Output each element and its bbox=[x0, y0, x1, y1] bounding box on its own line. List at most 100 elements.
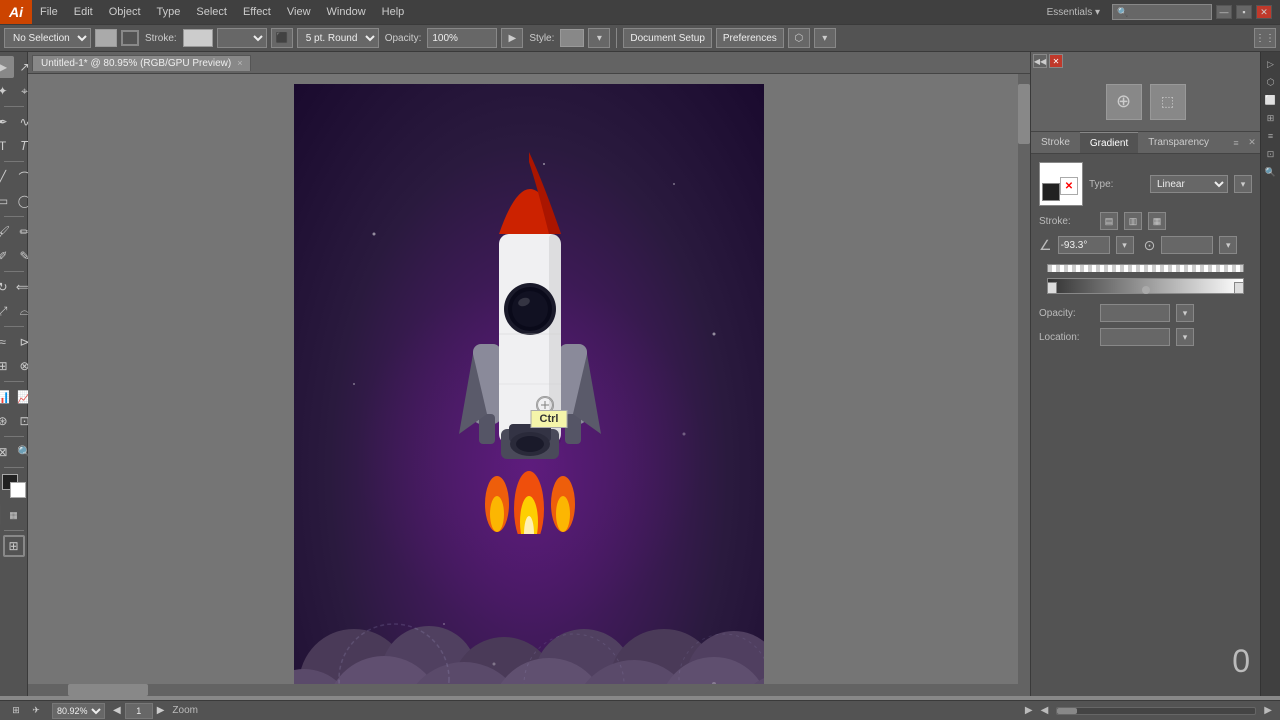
rect-tool[interactable]: ▭ bbox=[0, 190, 14, 212]
artboard-num-input[interactable] bbox=[125, 703, 153, 719]
rotate-tool[interactable]: ↻ bbox=[0, 276, 14, 298]
gradient-mode-btn[interactable]: ▦ bbox=[3, 504, 25, 526]
tab-close-btn[interactable]: × bbox=[237, 58, 242, 68]
stroke-swatch[interactable] bbox=[121, 30, 139, 46]
stroke-icon-2[interactable]: ▥ bbox=[1124, 212, 1142, 230]
gradient-opacity-input[interactable] bbox=[1100, 304, 1170, 322]
document-tab[interactable]: Untitled-1* @ 80.95% (RGB/GPU Preview) × bbox=[32, 55, 251, 71]
gradient-handle-right[interactable] bbox=[1234, 282, 1244, 294]
fill-color-btn[interactable] bbox=[2, 474, 26, 498]
opacity-expand-btn[interactable]: ▾ bbox=[1176, 304, 1194, 322]
frame-icon[interactable]: ⬚ bbox=[1150, 84, 1186, 120]
prev-frame-btn[interactable]: ◀ bbox=[1041, 705, 1049, 716]
opacity-input[interactable] bbox=[427, 28, 497, 48]
gradient-handle-left[interactable] bbox=[1047, 282, 1057, 294]
selection-dropdown[interactable]: No Selection bbox=[4, 28, 91, 48]
gradient-preview-swatch[interactable]: ✕ bbox=[1039, 162, 1083, 206]
symbol-spray-tool[interactable]: ⊛ bbox=[0, 410, 14, 432]
extra-icon-btn[interactable]: ▾ bbox=[814, 28, 836, 48]
shape-builder-icon[interactable]: ⊕ bbox=[1106, 84, 1142, 120]
menu-view[interactable]: View bbox=[279, 0, 319, 24]
progress-bar[interactable] bbox=[1056, 707, 1256, 715]
column-graph-tool[interactable]: 📊 bbox=[0, 386, 14, 408]
collapse-strip-btn[interactable]: ▷ bbox=[1263, 56, 1279, 72]
menu-edit[interactable]: Edit bbox=[66, 0, 101, 24]
pt-round-dropdown[interactable]: 5 pt. Round bbox=[297, 28, 379, 48]
menu-file[interactable]: File bbox=[32, 0, 66, 24]
arrange-icon-btn[interactable]: ⋮⋮ bbox=[1254, 28, 1276, 48]
gradient-tab[interactable]: Gradient bbox=[1080, 132, 1138, 153]
style-dropdown-btn[interactable]: ▾ bbox=[588, 28, 610, 48]
strip-btn-5[interactable]: ⊡ bbox=[1263, 146, 1279, 162]
gradient-angle-input[interactable] bbox=[1058, 236, 1110, 254]
stroke-tab[interactable]: Stroke bbox=[1031, 132, 1080, 153]
magic-wand-tool[interactable]: ✦ bbox=[0, 80, 14, 102]
stroke-icon-btn[interactable]: ⬛ bbox=[271, 28, 293, 48]
next-frame-btn[interactable]: ▶ bbox=[1264, 705, 1272, 716]
maximize-button[interactable]: ▪ bbox=[1236, 5, 1252, 19]
opacity-label: Opacity: bbox=[1039, 308, 1094, 319]
artboard-frame-btn[interactable]: ⊞ bbox=[3, 535, 25, 557]
paintbrush-tool[interactable]: 🖌 bbox=[0, 221, 14, 243]
next-artboard-btn[interactable]: ▶ bbox=[157, 705, 165, 716]
status-icon-2[interactable]: ✈ bbox=[28, 703, 44, 719]
horizontal-scrollbar-thumb[interactable] bbox=[68, 684, 148, 696]
shaper-tool[interactable]: ✐ bbox=[0, 245, 14, 267]
scale-tool[interactable]: ⤢ bbox=[0, 300, 14, 322]
play-btn[interactable]: ▶ bbox=[1025, 705, 1033, 716]
location-expand-btn[interactable]: ▾ bbox=[1176, 328, 1194, 346]
doc-setup-button[interactable]: Document Setup bbox=[623, 28, 712, 48]
menu-object[interactable]: Object bbox=[101, 0, 149, 24]
gradient-location-input[interactable] bbox=[1100, 328, 1170, 346]
type-tool[interactable]: T bbox=[0, 135, 14, 157]
zoom-select[interactable]: 80.92% bbox=[52, 703, 105, 719]
panel-dock-btn[interactable]: ✕ bbox=[1244, 132, 1260, 154]
menu-select[interactable]: Select bbox=[188, 0, 235, 24]
menu-type[interactable]: Type bbox=[149, 0, 189, 24]
menu-effect[interactable]: Effect bbox=[235, 0, 279, 24]
vertical-scrollbar-thumb[interactable] bbox=[1018, 84, 1030, 144]
pen-tool[interactable]: ✒ bbox=[0, 111, 14, 133]
horizontal-scrollbar[interactable] bbox=[28, 684, 1018, 696]
minimize-button[interactable]: — bbox=[1216, 5, 1232, 19]
selection-tool[interactable]: ▶ bbox=[0, 56, 14, 78]
stroke-dropdown[interactable] bbox=[217, 28, 267, 48]
gradient-type-select[interactable]: Linear bbox=[1150, 175, 1228, 193]
stroke-icon-1[interactable]: ▤ bbox=[1100, 212, 1118, 230]
separator-1 bbox=[616, 28, 617, 48]
menu-window[interactable]: Window bbox=[319, 0, 374, 24]
strip-btn-1[interactable]: ⬡ bbox=[1263, 74, 1279, 90]
warp-tool[interactable]: ≈ bbox=[0, 331, 14, 353]
preferences-button[interactable]: Preferences bbox=[716, 28, 784, 48]
slice-tool[interactable]: ⊠ bbox=[0, 441, 14, 463]
type-expand-btn[interactable]: ▾ bbox=[1234, 175, 1252, 193]
angle-expand-btn[interactable]: ▾ bbox=[1116, 236, 1134, 254]
close-button[interactable]: ✕ bbox=[1256, 5, 1272, 19]
line-tool[interactable]: ╱ bbox=[0, 166, 14, 188]
stroke-icon-3[interactable]: ▦ bbox=[1148, 212, 1166, 230]
stroke-color-swatch[interactable] bbox=[183, 29, 213, 47]
prev-artboard-btn[interactable]: ◀ bbox=[113, 705, 121, 716]
style-swatch[interactable] bbox=[560, 29, 584, 47]
align-icon-btn[interactable]: ⬡ bbox=[788, 28, 810, 48]
fill-swatch[interactable] bbox=[95, 29, 117, 47]
canvas-area[interactable]: Untitled-1* @ 80.95% (RGB/GPU Preview) × bbox=[28, 52, 1030, 696]
panel-close-btn[interactable]: ✕ bbox=[1049, 54, 1063, 68]
menu-help[interactable]: Help bbox=[374, 0, 413, 24]
panel-expand-btn[interactable]: ≡ bbox=[1228, 132, 1244, 154]
vertical-scrollbar[interactable] bbox=[1018, 74, 1030, 696]
free-transform-tool[interactable]: ⊞ bbox=[0, 355, 14, 377]
gradient-midpoint-handle[interactable] bbox=[1142, 286, 1150, 294]
gradient-length-input[interactable] bbox=[1161, 236, 1213, 254]
strip-btn-2[interactable]: ⬜ bbox=[1263, 92, 1279, 108]
transparency-tab[interactable]: Transparency bbox=[1138, 132, 1219, 153]
color-mode-btn[interactable]: ■ bbox=[0, 504, 1, 526]
strip-btn-3[interactable]: ⊞ bbox=[1263, 110, 1279, 126]
opacity-expand-btn[interactable]: ▶ bbox=[501, 28, 523, 48]
length-expand-btn[interactable]: ▾ bbox=[1219, 236, 1237, 254]
strip-btn-6[interactable]: 🔍 bbox=[1263, 164, 1279, 180]
search-input[interactable] bbox=[1112, 4, 1212, 20]
panel-collapse-btn[interactable]: ◀◀ bbox=[1033, 54, 1047, 68]
strip-btn-4[interactable]: ≡ bbox=[1263, 128, 1279, 144]
status-icon-1[interactable]: ⊞ bbox=[8, 703, 24, 719]
